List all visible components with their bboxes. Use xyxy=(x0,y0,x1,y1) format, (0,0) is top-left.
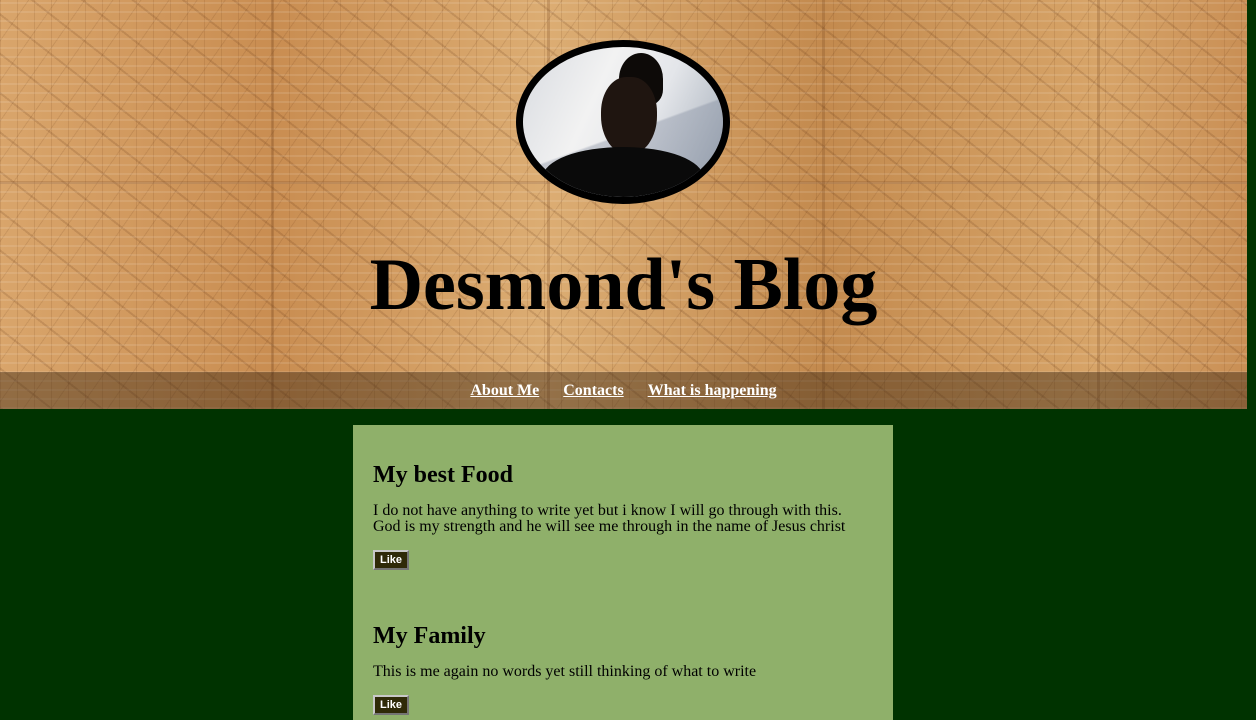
wood-tile-seam xyxy=(822,0,825,409)
nav-link-contacts[interactable]: Contacts xyxy=(563,382,623,400)
blog-post: My Family This is me again no words yet … xyxy=(373,622,873,715)
author-avatar xyxy=(516,40,730,204)
avatar-shoulders xyxy=(543,147,703,197)
post-title: My best Food xyxy=(373,462,513,488)
posts-panel: My best Food I do not have anything to w… xyxy=(353,425,893,720)
like-button[interactable]: Like xyxy=(373,695,410,715)
avatar-face xyxy=(601,77,657,155)
post-body: I do not have anything to write yet but … xyxy=(373,502,846,535)
blog-post: My best Food I do not have anything to w… xyxy=(373,461,873,570)
post-body: This is me again no words yet still thin… xyxy=(373,663,757,680)
like-button[interactable]: Like xyxy=(373,550,410,570)
nav-link-what-is-happening[interactable]: What is happening xyxy=(648,382,777,400)
nav-link-about-me[interactable]: About Me xyxy=(470,382,539,400)
wood-tile-seam xyxy=(271,0,274,409)
post-title: My Family xyxy=(373,623,486,649)
site-title: Desmond's Blog xyxy=(369,244,878,326)
wood-tile-seam xyxy=(1097,0,1100,409)
blog-header: Desmond's Blog About Me Contacts What is… xyxy=(0,0,1247,409)
main-nav: About Me Contacts What is happening xyxy=(0,372,1247,409)
